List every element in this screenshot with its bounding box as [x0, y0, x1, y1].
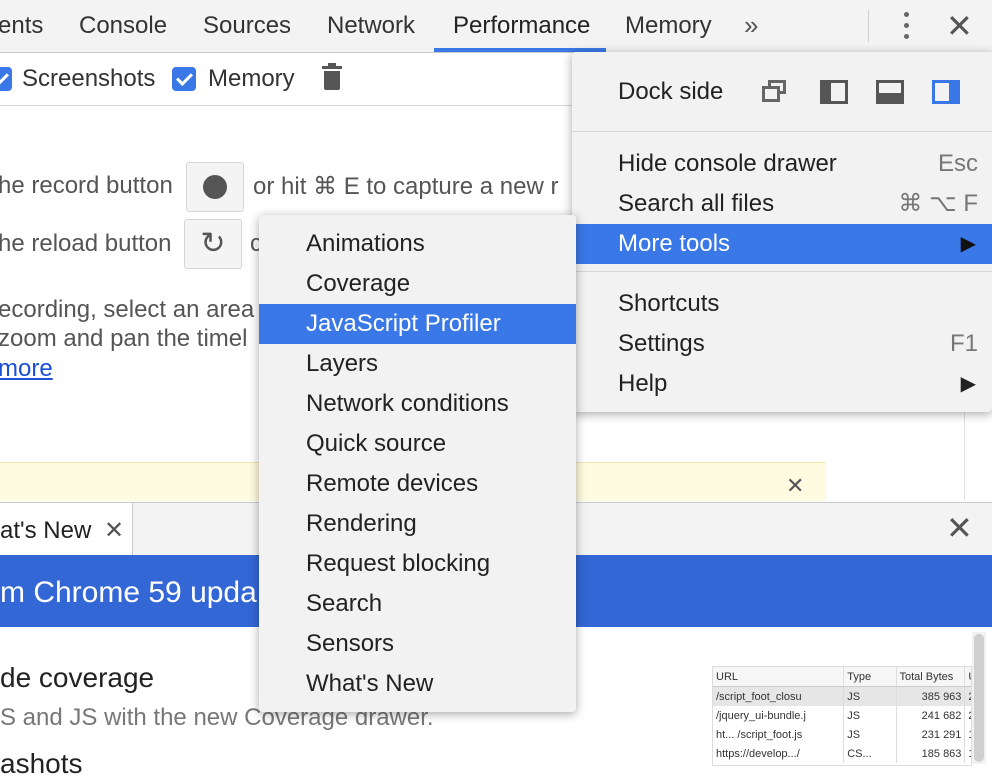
- submenu-item-layers[interactable]: Layers: [259, 344, 576, 384]
- menu-item-shortcuts[interactable]: Shortcuts: [572, 284, 992, 324]
- landing-record-hint: or hit ⌘ E to capture a new r: [253, 173, 559, 200]
- submenu-item-remote-devices[interactable]: Remote devices: [259, 464, 576, 504]
- mini-cell: ht... /script_foot.js: [713, 725, 845, 744]
- info-bar-close-icon[interactable]: ✕: [786, 474, 804, 498]
- submenu-item-animations[interactable]: Animations: [259, 224, 576, 264]
- mini-cell: JS: [843, 686, 897, 706]
- submenu-item-network-conditions[interactable]: Network conditions: [259, 384, 576, 424]
- menu-item-shortcut: Esc: [937, 150, 978, 177]
- mini-cell: JS: [843, 706, 897, 725]
- menu-item-shortcut: F1: [949, 330, 978, 357]
- menu-item-label: More tools: [618, 230, 731, 257]
- record-icon: [203, 175, 227, 199]
- menu-separator: [572, 131, 992, 132]
- submenu-item-search[interactable]: Search: [259, 584, 576, 624]
- mini-header-cell: Total Bytes: [896, 667, 966, 687]
- more-tabs-icon[interactable]: »: [744, 0, 758, 52]
- tab-performance[interactable]: Performance: [453, 0, 590, 52]
- menu-item-label: Search all files: [618, 190, 775, 217]
- menu-item-label: Hide console drawer: [618, 150, 837, 177]
- menu-item-search-all-files[interactable]: Search all files ⌘ ⌥ F: [572, 184, 992, 224]
- mini-header-cell: Un: [964, 667, 971, 687]
- submenu-item-sensors[interactable]: Sensors: [259, 624, 576, 664]
- dock-bottom-icon[interactable]: [876, 80, 904, 104]
- learn-more-link[interactable]: more: [0, 355, 53, 383]
- submenu-arrow-icon: ▶: [960, 373, 976, 395]
- menu-item-shortcut: ⌘ ⌥ F: [898, 190, 978, 217]
- close-devtools-icon[interactable]: ✕: [946, 6, 973, 46]
- submenu-item-coverage[interactable]: Coverage: [259, 264, 576, 304]
- coverage-screenshot: URL Type Total Bytes Un /script_foot_clo…: [712, 666, 972, 766]
- mini-cell: 231 291: [896, 725, 966, 744]
- submenu-item-rendering[interactable]: Rendering: [259, 504, 576, 544]
- close-drawer-icon[interactable]: ✕: [946, 508, 973, 548]
- mini-cell: 1: [964, 725, 971, 744]
- dock-left-icon[interactable]: [820, 80, 848, 104]
- screenshots-checkbox[interactable]: [0, 67, 12, 91]
- submenu-item-request-blocking[interactable]: Request blocking: [259, 544, 576, 584]
- mini-cell: https://develop.../: [713, 744, 845, 763]
- mini-cell: 2: [964, 706, 971, 725]
- undock-icon[interactable]: [762, 80, 788, 102]
- whats-new-banner-title: m Chrome 59 upda: [0, 576, 257, 609]
- menu-item-label: Settings: [618, 330, 705, 357]
- divider: [868, 10, 869, 42]
- submenu-item-quick-source[interactable]: Quick source: [259, 424, 576, 464]
- feature-heading: de coverage: [0, 662, 155, 693]
- menu-item-label: Shortcuts: [618, 290, 720, 317]
- menu-item-settings[interactable]: Settings F1: [572, 324, 992, 364]
- drawer-scrollbar[interactable]: [972, 632, 986, 764]
- mini-cell: 185 863: [896, 744, 966, 763]
- menu-separator: [572, 271, 992, 272]
- landing-line-zoom: zoom and pan the timel: [0, 325, 248, 352]
- mini-cell: 1: [964, 744, 971, 763]
- mini-cell: JS: [843, 725, 897, 744]
- submenu-arrow-icon: ▶: [960, 233, 976, 255]
- menu-item-label: Help: [618, 370, 668, 397]
- customize-menu: Dock side Hide console drawer Esc Search…: [572, 52, 992, 412]
- tab-sources[interactable]: Sources: [203, 0, 291, 52]
- mini-cell: 241 682: [896, 706, 966, 725]
- trash-icon[interactable]: [322, 63, 342, 92]
- menu-item-more-tools[interactable]: More tools ▶: [572, 224, 992, 264]
- dock-side-label: Dock side: [618, 78, 724, 105]
- memory-checkbox[interactable]: [172, 67, 196, 91]
- reload-icon: ↻: [200, 227, 226, 260]
- landing-line-reload: he reload button: [0, 230, 172, 257]
- tab-console[interactable]: Console: [79, 0, 167, 52]
- menu-item-help[interactable]: Help ▶: [572, 364, 992, 404]
- customize-menu-icon[interactable]: [896, 10, 916, 42]
- memory-label: Memory: [208, 65, 295, 92]
- landing-line-select: ecording, select an area: [0, 296, 255, 323]
- mini-cell: CS...: [843, 744, 897, 763]
- submenu-item-whats-new[interactable]: What's New: [259, 664, 576, 704]
- feature-heading: ashots: [0, 748, 83, 779]
- mini-cell: 385 963: [896, 686, 966, 706]
- submenu-item-javascript-profiler[interactable]: JavaScript Profiler: [259, 304, 576, 344]
- screenshots-label: Screenshots: [22, 65, 156, 92]
- menu-item-hide-console-drawer[interactable]: Hide console drawer Esc: [572, 144, 992, 184]
- mini-header-cell: URL: [713, 667, 845, 687]
- landing-line-record: he record button: [0, 172, 173, 199]
- mini-cell: /jquery_ui-bundle.j: [713, 706, 845, 725]
- mini-cell: 2: [964, 686, 971, 706]
- record-button[interactable]: [186, 162, 244, 212]
- tab-elements[interactable]: ents: [0, 0, 43, 52]
- panel-divider: [964, 410, 965, 500]
- mini-cell: /script_foot_closu: [713, 686, 845, 706]
- more-tools-submenu: Animations Coverage JavaScript Profiler …: [259, 215, 576, 712]
- tab-memory[interactable]: Memory: [625, 0, 712, 52]
- mini-header-cell: Type: [843, 667, 897, 687]
- close-tab-icon[interactable]: ✕: [104, 503, 124, 559]
- dock-right-icon[interactable]: [932, 80, 960, 104]
- reload-button[interactable]: ↻: [184, 219, 242, 269]
- tab-whats-new-label: at's New: [0, 517, 92, 544]
- tab-network[interactable]: Network: [327, 0, 415, 52]
